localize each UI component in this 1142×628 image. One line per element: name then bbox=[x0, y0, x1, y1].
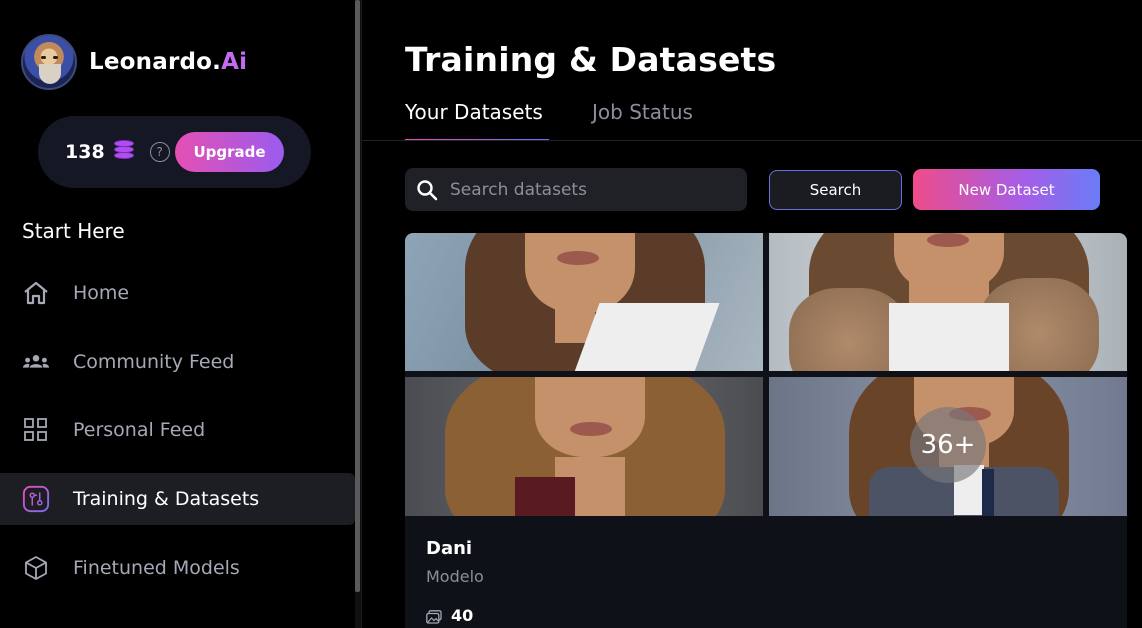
more-images-badge: 36+ bbox=[910, 407, 986, 483]
image-count-value: 40 bbox=[451, 606, 474, 625]
question-circle-icon[interactable]: ? bbox=[149, 142, 170, 162]
dataset-thumbnail bbox=[769, 233, 1127, 371]
section-title: Start Here bbox=[22, 219, 125, 243]
dataset-card[interactable]: 36+ Dani Modelo 40 bbox=[405, 233, 1127, 628]
search-button[interactable]: Search bbox=[769, 170, 902, 210]
dataset-thumbnail bbox=[405, 233, 763, 371]
sidebar-item-label: Community Feed bbox=[73, 351, 235, 373]
images-icon bbox=[426, 609, 442, 624]
home-icon bbox=[22, 279, 50, 307]
sidebar-item-finetuned-models[interactable]: Finetuned Models bbox=[0, 542, 355, 594]
coins-icon bbox=[113, 140, 136, 164]
sidebar-item-label: Personal Feed bbox=[73, 419, 206, 441]
sidebar: Leonardo.Ai 138 ? Upgrade Start Here Hom… bbox=[0, 0, 355, 628]
cube-icon bbox=[22, 554, 50, 582]
sidebar-item-label: Finetuned Models bbox=[73, 557, 240, 579]
sidebar-divider bbox=[361, 0, 362, 628]
page-title: Training & Datasets bbox=[405, 40, 777, 79]
dataset-image-count: 40 bbox=[426, 606, 473, 625]
sidebar-item-personal-feed[interactable]: Personal Feed bbox=[0, 404, 355, 456]
sidebar-scrollbar-thumb[interactable] bbox=[355, 0, 360, 592]
wizard-avatar-icon bbox=[21, 34, 77, 90]
dataset-title: Dani bbox=[426, 538, 473, 559]
brand[interactable]: Leonardo.Ai bbox=[21, 34, 247, 90]
sidebar-item-community-feed[interactable]: Community Feed bbox=[0, 336, 355, 388]
dataset-thumbnail bbox=[405, 377, 763, 516]
search-input[interactable] bbox=[450, 168, 740, 211]
sidebar-item-label: Training & Datasets bbox=[73, 488, 260, 510]
token-balance: 138 ? Upgrade bbox=[38, 116, 311, 188]
tabs-divider bbox=[362, 140, 1142, 141]
grid-icon bbox=[22, 416, 50, 444]
sidebar-item-home[interactable]: Home bbox=[0, 267, 355, 319]
sidebar-item-label: Home bbox=[73, 282, 130, 304]
training-icon bbox=[22, 485, 50, 513]
brand-accent: Ai bbox=[221, 49, 248, 75]
upgrade-button[interactable]: Upgrade bbox=[175, 132, 284, 172]
search-box bbox=[405, 168, 747, 211]
sidebar-item-training-datasets[interactable]: Training & Datasets bbox=[0, 473, 355, 525]
search-icon bbox=[416, 179, 438, 201]
tab-your-datasets[interactable]: Your Datasets bbox=[405, 100, 543, 124]
tab-job-status[interactable]: Job Status bbox=[592, 100, 693, 124]
dataset-subtitle: Modelo bbox=[426, 567, 484, 586]
new-dataset-button[interactable]: New Dataset bbox=[913, 169, 1100, 210]
token-count: 138 bbox=[65, 141, 105, 163]
brand-name: Leonardo.Ai bbox=[89, 49, 248, 75]
community-icon bbox=[22, 348, 50, 376]
